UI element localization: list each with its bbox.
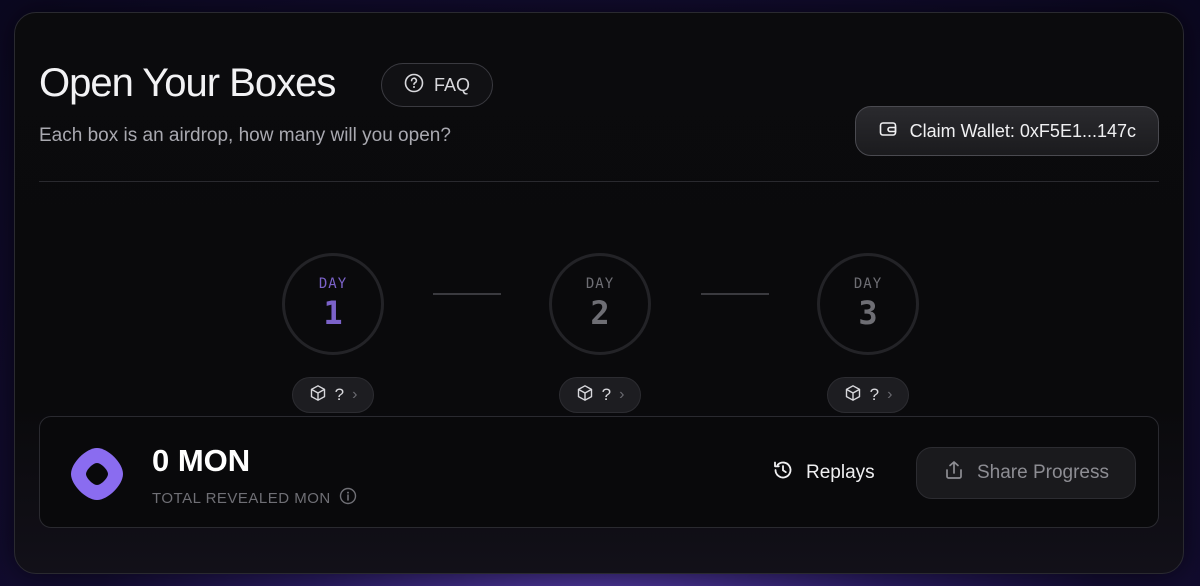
chevron-right-icon: › bbox=[887, 386, 893, 403]
question-circle-icon bbox=[404, 73, 424, 98]
day-2-circle[interactable]: DAY 2 bbox=[549, 253, 651, 355]
share-progress-label: Share Progress bbox=[976, 462, 1109, 483]
claim-wallet-button[interactable]: Claim Wallet: 0xF5E1...147c bbox=[854, 106, 1159, 156]
page-title: Open Your Boxes bbox=[39, 61, 336, 105]
day-number: 3 bbox=[858, 294, 878, 332]
day-number: 2 bbox=[590, 294, 610, 332]
mon-logo bbox=[68, 445, 126, 503]
info-icon[interactable] bbox=[339, 487, 357, 509]
day-1-boxes-button[interactable]: ? › bbox=[292, 377, 374, 413]
day-1-circle[interactable]: DAY 1 bbox=[282, 253, 384, 355]
day-label: DAY bbox=[318, 276, 348, 292]
cube-icon bbox=[576, 384, 594, 407]
day-label: DAY bbox=[853, 276, 883, 292]
replays-button[interactable]: Replays bbox=[772, 459, 875, 487]
box-count: ? bbox=[869, 385, 880, 404]
day-number: 1 bbox=[323, 294, 343, 332]
box-count: ? bbox=[601, 385, 612, 404]
header-divider bbox=[39, 181, 1159, 182]
page-subtitle: Each box is an airdrop, how many will yo… bbox=[39, 125, 451, 146]
share-progress-button[interactable]: Share Progress bbox=[916, 447, 1136, 499]
total-mon-value: 0 MON bbox=[152, 443, 251, 478]
total-mon-label: TOTAL REVEALED MON bbox=[152, 489, 331, 507]
day-connector bbox=[701, 293, 769, 295]
cube-icon bbox=[844, 384, 862, 407]
wallet-icon bbox=[878, 119, 898, 144]
boxes-panel: Open Your Boxes FAQ Each box is an airdr… bbox=[14, 12, 1184, 574]
day-2-boxes-button[interactable]: ? › bbox=[559, 377, 641, 413]
faq-button[interactable]: FAQ bbox=[381, 63, 493, 107]
history-icon bbox=[772, 459, 794, 487]
share-icon bbox=[943, 459, 965, 487]
box-count: ? bbox=[334, 385, 345, 404]
day-3-boxes-button[interactable]: ? › bbox=[827, 377, 909, 413]
chevron-right-icon: › bbox=[352, 386, 358, 403]
day-label: DAY bbox=[585, 276, 615, 292]
cube-icon bbox=[309, 384, 327, 407]
claim-wallet-label: Claim Wallet: 0xF5E1...147c bbox=[909, 120, 1136, 141]
day-connector bbox=[433, 293, 501, 295]
summary-bar: 0 MON TOTAL REVEALED MON Replays Share P… bbox=[39, 416, 1159, 528]
faq-label: FAQ bbox=[433, 74, 470, 95]
replays-label: Replays bbox=[806, 462, 875, 483]
chevron-right-icon: › bbox=[619, 386, 625, 403]
day-3-circle[interactable]: DAY 3 bbox=[817, 253, 919, 355]
total-mon-caption: TOTAL REVEALED MON bbox=[152, 487, 357, 509]
